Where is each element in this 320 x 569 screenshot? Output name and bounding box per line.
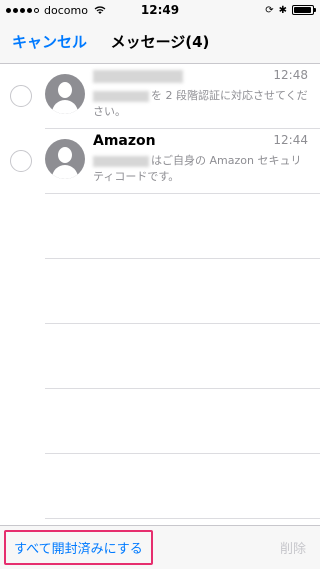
- bottom-toolbar: すべて開封済みにする 削除: [0, 525, 320, 569]
- status-right: ⟳ ✱: [265, 4, 316, 16]
- carrier-name: docomo: [44, 3, 88, 17]
- status-left: docomo: [6, 4, 106, 17]
- message-preview: はご自身の Amazon セキュリティコードです。: [93, 154, 302, 183]
- cancel-button[interactable]: キャンセル: [12, 31, 87, 52]
- avatar: [45, 74, 85, 114]
- bluetooth-icon: ✱: [278, 4, 287, 16]
- status-bar: docomo 12:49 ⟳ ✱: [0, 0, 320, 20]
- message-time: 12:48: [273, 68, 308, 82]
- nav-bar: キャンセル メッセージ(4): [0, 20, 320, 64]
- empty-row: [45, 324, 320, 389]
- mark-all-read-button[interactable]: すべて開封済みにする: [4, 530, 153, 565]
- sender-name: Amazon: [93, 133, 156, 149]
- list-item[interactable]: 12:48 を 2 段階認証に対応させてください。: [10, 64, 320, 129]
- select-circle[interactable]: [10, 85, 32, 107]
- wifi-icon: [94, 6, 106, 14]
- rotation-lock-icon: ⟳: [265, 4, 274, 16]
- list-item[interactable]: Amazon 12:44 はご自身の Amazon セキュリティコードです。: [10, 129, 320, 194]
- sender-name: [93, 70, 183, 83]
- empty-row: [45, 454, 320, 519]
- select-circle[interactable]: [10, 150, 32, 172]
- empty-row: [45, 194, 320, 259]
- message-list: 12:48 を 2 段階認証に対応させてください。 Amazon 12:44 は…: [0, 64, 320, 519]
- signal-dots-icon: [6, 7, 39, 13]
- delete-button[interactable]: 削除: [280, 538, 306, 557]
- message-time: 12:44: [273, 133, 308, 147]
- redacted-text: [93, 90, 149, 102]
- redacted-text: [93, 155, 149, 167]
- message-preview: を 2 段階認証に対応させてください。: [93, 89, 308, 118]
- empty-row: [45, 259, 320, 324]
- empty-row: [45, 389, 320, 454]
- battery-icon: [292, 5, 316, 15]
- avatar: [45, 139, 85, 179]
